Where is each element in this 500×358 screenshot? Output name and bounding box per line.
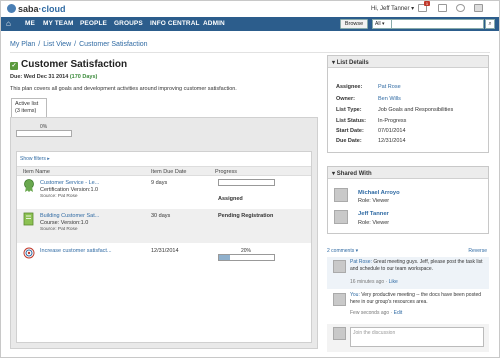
nav-item-groups[interactable]: GROUPS [114,20,143,27]
plan-description: This plan covers all goals and developme… [10,86,237,92]
logo-suffix: ·cloud [38,4,66,14]
checklist-icon: ✓ [10,62,18,70]
item-status: Pending Registration [218,213,274,219]
home-icon[interactable]: ⌂ [6,19,11,28]
show-filters-link[interactable]: Show filters ▸ [20,156,50,162]
avatar[interactable] [333,293,346,306]
avatar[interactable] [334,188,348,202]
item-name-link[interactable]: Increase customer satisfact... [40,248,112,254]
due-date-value: 12/31/2014 [378,138,406,144]
comment-meta: 16 minutes ago · Like [350,279,398,285]
main-nav: ⌂ ME MY TEAM PEOPLE GROUPS INFO CENTRAL … [1,17,499,31]
tab-active-list[interactable]: Active list (3 items) [11,98,47,118]
logo-text: saba [18,4,39,14]
table-row: Building Customer Sat... Course: Version… [17,209,311,243]
list-type-label: List Type: [336,107,362,113]
user-menu[interactable]: Hi, Jeff Tanner ▾ [371,5,414,12]
breadcrumb-my-plan[interactable]: My Plan [10,41,35,48]
avatar[interactable] [334,210,348,224]
shared-person-role: Role: Viewer [358,198,390,204]
table-row: Customer Service - Le... Certification V… [17,177,311,209]
owner-value[interactable]: Ben Wills [378,96,401,102]
list-status-value: In-Progress [378,118,407,124]
table-header: Item Name Item Due Date Progress [17,166,311,176]
comments-bar: 2 comments ▾ Reverse [327,248,489,254]
list-type-value: Job Goals and Responsibilities [378,107,454,113]
shared-person-name[interactable]: Jeff Tanner [358,211,389,217]
item-progress-bar [218,254,275,261]
breadcrumb: My Plan / List View / Customer Satisfaction [10,41,148,48]
owner-label: Owner: [336,96,355,102]
column-item-name[interactable]: Item Name [23,169,50,175]
start-date-value: 07/01/2014 [378,128,406,134]
nav-item-admin[interactable]: ADMIN [203,20,225,27]
due-date: Due: Wed Dec 31 2014 (170 Days) [10,74,98,80]
course-icon [23,212,35,226]
nav-item-info-central[interactable]: INFO CENTRAL [150,20,200,27]
item-source: Source: Pat Rose [40,194,78,199]
item-status: Assigned [218,196,243,202]
column-progress[interactable]: Progress [215,169,237,175]
shared-person-name[interactable]: Michael Arroyo [358,190,400,196]
join-discussion: Join the discussion [327,324,489,352]
nav-item-my-team[interactable]: MY TEAM [43,20,74,27]
top-bar: saba·cloud Hi, Jeff Tanner ▾ 1 [1,1,499,17]
list-status-label: List Status: [336,118,366,124]
notifications-icon[interactable] [438,4,447,12]
avatar[interactable] [333,260,346,273]
browse-button[interactable]: Browse [340,19,368,29]
reverse-link[interactable]: Reverse [468,248,487,254]
item-type: Certification Version:1.0 [40,187,99,193]
assignee-value[interactable]: Pat Rose [378,84,401,90]
logo[interactable]: saba·cloud [7,4,66,14]
item-due: 12/31/2014 [151,248,179,254]
item-type: Course: Version:1.0 [40,220,89,226]
help-icon[interactable] [456,4,465,12]
overall-progress-bar [16,130,72,137]
search-scope-select[interactable]: All ▾ [372,19,392,29]
breadcrumb-list-view[interactable]: List View [43,41,71,48]
shared-with-card: ▾ Shared With [327,166,489,234]
comment-meta: Few seconds ago · Edit [350,310,403,316]
shared-with-header[interactable]: ▾ Shared With [328,167,488,179]
search-input[interactable] [392,19,484,29]
page-title: ✓ Customer Satisfaction [10,59,128,70]
search-icon[interactable]: ⌕ [485,19,495,29]
comment-item: You: Very productive meeting -- the docs… [327,290,489,322]
message-badge: 1 [424,1,430,6]
item-name-link[interactable]: Customer Service - Le... [40,180,99,186]
comment-item: Pat Rose: Great meeting guys. Jeff, plea… [327,257,489,289]
edit-link[interactable]: Edit [394,310,403,316]
item-progress-bar [218,179,275,186]
progress-fill [219,255,230,260]
assignee-label: Assignee: [336,84,363,90]
item-name-link[interactable]: Building Customer Sat... [40,213,99,219]
list-details-header[interactable]: ▾ List Details [328,56,488,68]
shared-person-role: Role: Viewer [358,220,390,226]
breadcrumb-current: Customer Satisfaction [79,41,148,48]
settings-icon[interactable] [474,4,483,12]
item-due: 30 days [151,213,171,219]
goal-target-icon [23,247,35,259]
comments-count[interactable]: 2 comments ▾ [327,248,358,254]
start-date-label: Start Date: [336,128,364,134]
nav-item-people[interactable]: PEOPLE [80,20,107,27]
user-greeting: Hi, Jeff Tanner [371,6,410,12]
certification-icon [23,179,35,192]
column-item-due-date[interactable]: Item Due Date [151,169,186,175]
like-link[interactable]: Like [389,279,398,285]
join-discussion-input[interactable]: Join the discussion [350,327,484,347]
divider [10,52,490,53]
logo-mark-icon [7,4,16,13]
item-source: Source: Pat Rose [40,227,78,232]
due-date-label: Due Date: [336,138,362,144]
item-due: 9 days [151,180,168,186]
table-row: Increase customer satisfact... 12/31/201… [17,243,311,267]
nav-item-me[interactable]: ME [25,20,35,27]
avatar [333,327,346,340]
comment-text: You: Very productive meeting -- the docs… [350,292,482,305]
comment-text: Pat Rose: Great meeting guys. Jeff, plea… [350,259,483,272]
